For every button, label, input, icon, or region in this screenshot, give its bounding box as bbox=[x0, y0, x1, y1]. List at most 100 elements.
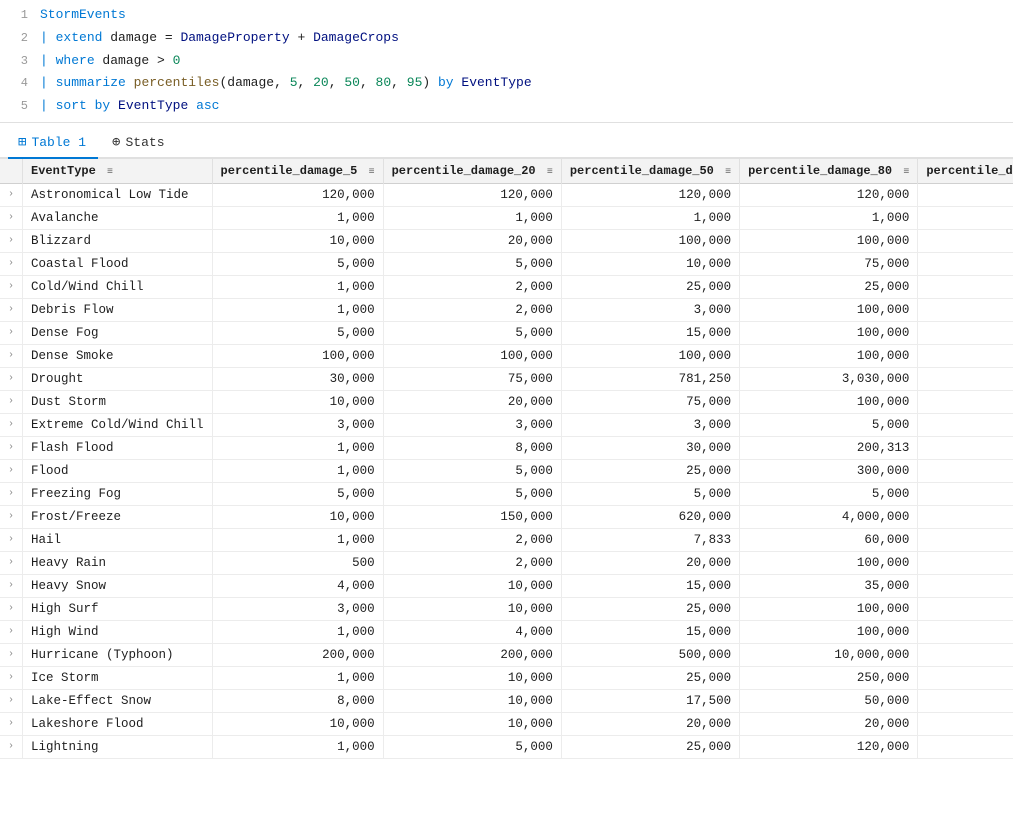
p80-cell: 100,000 bbox=[740, 321, 918, 344]
eventtype-col-header[interactable]: EventType ≡ bbox=[23, 159, 213, 184]
eventtype-cell: Lightning bbox=[23, 735, 213, 758]
expand-cell[interactable]: › bbox=[0, 206, 23, 229]
p95-cell: 15,000,000 bbox=[918, 666, 1013, 689]
p20-cell: 8,000 bbox=[383, 436, 561, 459]
p5-col-header[interactable]: percentile_damage_5 ≡ bbox=[212, 159, 383, 184]
p80-cell: 75,000 bbox=[740, 252, 918, 275]
table-row: ›Lake-Effect Snow8,00010,00017,50050,000… bbox=[0, 689, 1013, 712]
sort-icon-p20: ≡ bbox=[547, 167, 553, 178]
eventtype-cell: Lake-Effect Snow bbox=[23, 689, 213, 712]
p95-cell: 500,000 bbox=[918, 390, 1013, 413]
expand-cell[interactable]: › bbox=[0, 528, 23, 551]
chevron-icon: › bbox=[8, 534, 14, 545]
expand-cell[interactable]: › bbox=[0, 275, 23, 298]
table-row: ›Avalanche1,0001,0001,0001,0001,000 bbox=[0, 206, 1013, 229]
table-row: ›Astronomical Low Tide120,000120,000120,… bbox=[0, 183, 1013, 206]
chevron-icon: › bbox=[8, 603, 14, 614]
expand-cell[interactable]: › bbox=[0, 689, 23, 712]
p5-cell: 4,000 bbox=[212, 574, 383, 597]
expand-cell[interactable]: › bbox=[0, 620, 23, 643]
p20-cell: 75,000 bbox=[383, 367, 561, 390]
expand-cell[interactable]: › bbox=[0, 551, 23, 574]
table-row: ›Dense Fog5,0005,00015,000100,000130,000 bbox=[0, 321, 1013, 344]
expand-cell[interactable]: › bbox=[0, 574, 23, 597]
p50-cell: 100,000 bbox=[561, 344, 739, 367]
expand-cell[interactable]: › bbox=[0, 643, 23, 666]
chevron-icon: › bbox=[8, 350, 14, 361]
expand-cell[interactable]: › bbox=[0, 229, 23, 252]
p50-cell: 15,000 bbox=[561, 620, 739, 643]
eventtype-cell: Frost/Freeze bbox=[23, 505, 213, 528]
chevron-icon: › bbox=[8, 672, 14, 683]
p50-cell: 25,000 bbox=[561, 666, 739, 689]
table-row: ›Blizzard10,00020,000100,000100,000100,0… bbox=[0, 229, 1013, 252]
p20-col-header[interactable]: percentile_damage_20 ≡ bbox=[383, 159, 561, 184]
expand-cell[interactable]: › bbox=[0, 390, 23, 413]
chevron-icon: › bbox=[8, 465, 14, 476]
table-row: ›Hail1,0002,0007,83360,0001,050,000 bbox=[0, 528, 1013, 551]
eventtype-cell: Ice Storm bbox=[23, 666, 213, 689]
p80-cell: 120,000 bbox=[740, 735, 918, 758]
p80-col-header[interactable]: percentile_damage_80 ≡ bbox=[740, 159, 918, 184]
tab-stats[interactable]: ⊕Stats bbox=[102, 129, 176, 159]
expand-cell[interactable]: › bbox=[0, 666, 23, 689]
code-editor: 1StormEvents2| extend damage = DamagePro… bbox=[0, 0, 1013, 123]
p95-col-header[interactable]: percentile_damage_95 ≡ bbox=[918, 159, 1013, 184]
expand-cell[interactable]: › bbox=[0, 459, 23, 482]
p5-cell: 10,000 bbox=[212, 505, 383, 528]
p20-cell: 5,000 bbox=[383, 482, 561, 505]
eventtype-cell: Flash Flood bbox=[23, 436, 213, 459]
expand-cell[interactable]: › bbox=[0, 344, 23, 367]
table-row: ›Drought30,00075,000781,2503,030,00010,0… bbox=[0, 367, 1013, 390]
p95-cell: 130,000 bbox=[918, 321, 1013, 344]
table-row: ›Dense Smoke100,000100,000100,000100,000… bbox=[0, 344, 1013, 367]
code-line-3: 3| where damage > 0 bbox=[0, 50, 1013, 73]
p95-cell: 28,900,000 bbox=[918, 505, 1013, 528]
code-text: | sort by EventType asc bbox=[40, 96, 219, 117]
code-line-2: 2| extend damage = DamageProperty + Dama… bbox=[0, 27, 1013, 50]
chevron-icon: › bbox=[8, 396, 14, 407]
expand-cell[interactable]: › bbox=[0, 413, 23, 436]
p50-cell: 3,000 bbox=[561, 298, 739, 321]
p20-cell: 2,000 bbox=[383, 298, 561, 321]
expand-cell[interactable]: › bbox=[0, 321, 23, 344]
expand-cell[interactable]: › bbox=[0, 436, 23, 459]
p80-cell: 100,000 bbox=[740, 298, 918, 321]
p95-cell: 2,340,000 bbox=[918, 459, 1013, 482]
table-row: ›Heavy Snow4,00010,00015,00035,000200,00… bbox=[0, 574, 1013, 597]
p5-cell: 3,000 bbox=[212, 597, 383, 620]
p50-cell: 3,000 bbox=[561, 413, 739, 436]
p20-cell: 10,000 bbox=[383, 712, 561, 735]
eventtype-cell: Astronomical Low Tide bbox=[23, 183, 213, 206]
p50-col-header[interactable]: percentile_damage_50 ≡ bbox=[561, 159, 739, 184]
p5-cell: 1,000 bbox=[212, 275, 383, 298]
table-row: ›Flash Flood1,0008,00030,000200,3132,000… bbox=[0, 436, 1013, 459]
p20-cell: 2,000 bbox=[383, 528, 561, 551]
p20-cell: 10,000 bbox=[383, 689, 561, 712]
table1-icon: ⊞ bbox=[18, 134, 26, 151]
expand-cell[interactable]: › bbox=[0, 252, 23, 275]
expand-cell[interactable]: › bbox=[0, 597, 23, 620]
expand-cell[interactable]: › bbox=[0, 505, 23, 528]
chevron-icon: › bbox=[8, 258, 14, 269]
p95-cell: 500,000 bbox=[918, 620, 1013, 643]
chevron-icon: › bbox=[8, 304, 14, 315]
p50-cell: 781,250 bbox=[561, 367, 739, 390]
expand-cell[interactable]: › bbox=[0, 367, 23, 390]
p20-cell: 10,000 bbox=[383, 597, 561, 620]
tab-table1[interactable]: ⊞Table 1 bbox=[8, 129, 98, 159]
eventtype-cell: Cold/Wind Chill bbox=[23, 275, 213, 298]
p95-cell: 250,000 bbox=[918, 689, 1013, 712]
expand-cell[interactable]: › bbox=[0, 735, 23, 758]
p80-cell: 100,000 bbox=[740, 597, 918, 620]
expand-cell[interactable]: › bbox=[0, 482, 23, 505]
eventtype-cell: Blizzard bbox=[23, 229, 213, 252]
table-row: ›Lakeshore Flood10,00010,00020,00020,000… bbox=[0, 712, 1013, 735]
p80-cell: 35,000 bbox=[740, 574, 918, 597]
expand-cell[interactable]: › bbox=[0, 298, 23, 321]
expand-cell[interactable]: › bbox=[0, 183, 23, 206]
p50-cell: 20,000 bbox=[561, 712, 739, 735]
p5-cell: 1,000 bbox=[212, 666, 383, 689]
expand-cell[interactable]: › bbox=[0, 712, 23, 735]
code-line-5: 5| sort by EventType asc bbox=[0, 95, 1013, 118]
